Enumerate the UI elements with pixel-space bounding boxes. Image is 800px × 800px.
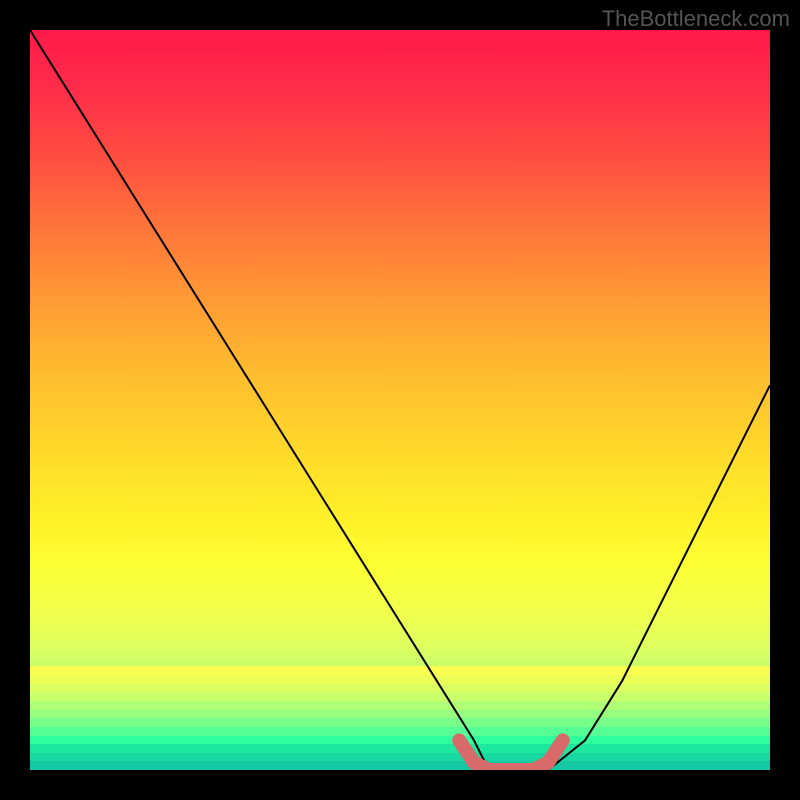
chart-plot-area — [30, 30, 770, 770]
curve-svg — [30, 30, 770, 770]
watermark-text: TheBottleneck.com — [602, 6, 790, 32]
bottleneck-curve — [30, 30, 770, 770]
valley-marker — [459, 740, 563, 770]
